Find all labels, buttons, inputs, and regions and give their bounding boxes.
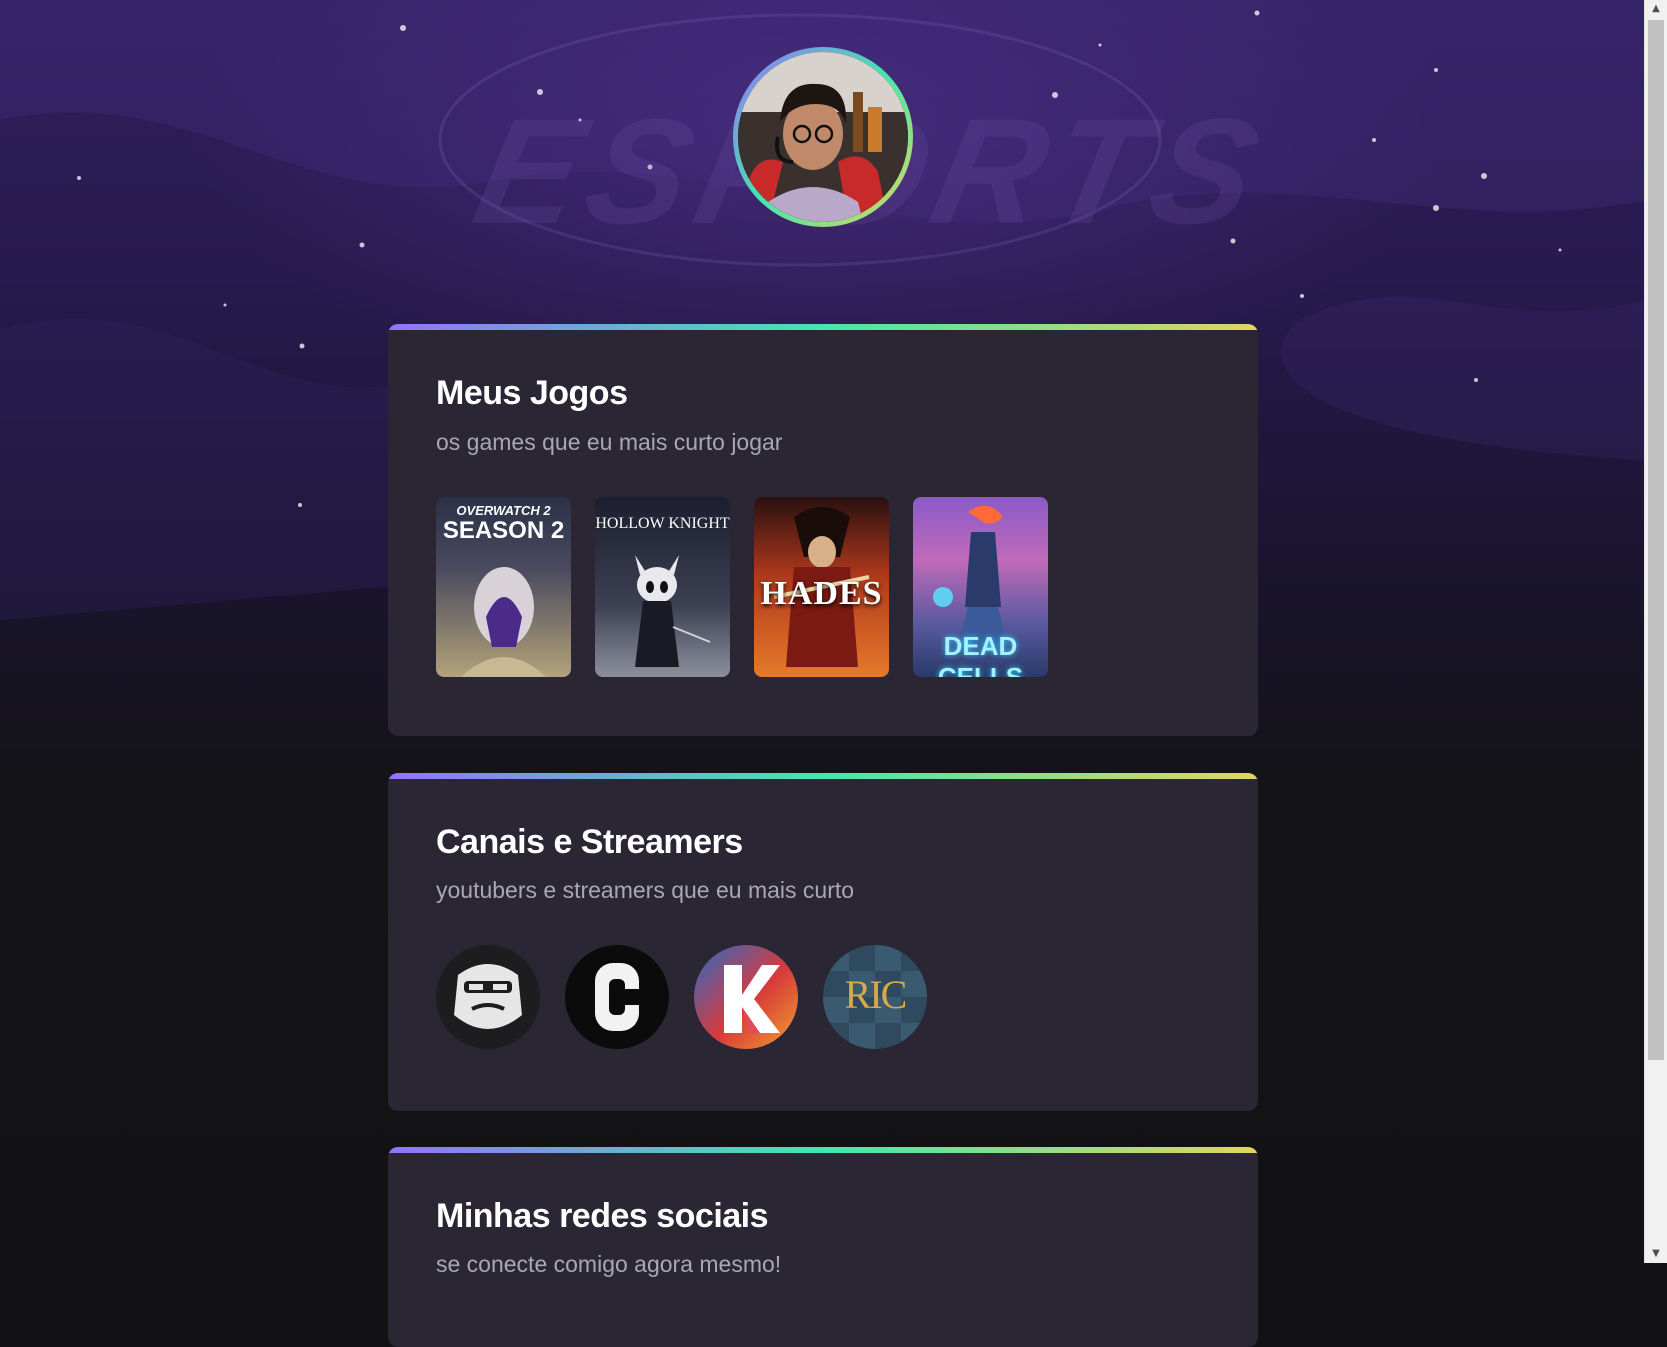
- social-section-subtitle: se conecte comigo agora mesmo!: [436, 1251, 782, 1277]
- hollow-knight-art: [635, 555, 711, 667]
- game-card-overwatch[interactable]: OVERWATCH 2 SEASON 2: [436, 497, 571, 677]
- avatar: [738, 52, 908, 222]
- game-title-line: DEAD CELLS: [937, 631, 1024, 677]
- games-list: OVERWATCH 2 SEASON 2 HOLLOW KNIGHT HADES…: [436, 497, 1048, 677]
- scroll-up-icon[interactable]: ▲: [1645, 0, 1667, 18]
- avatar-photo: [738, 52, 908, 222]
- channel-avatar-gorilla[interactable]: [436, 945, 540, 1049]
- ric-monogram: RIC: [844, 972, 908, 1017]
- social-section-title: Minhas redes sociais: [436, 1197, 769, 1235]
- scroll-down-icon[interactable]: ▼: [1645, 1245, 1667, 1263]
- channel-avatar-k-logo[interactable]: [694, 945, 798, 1049]
- channel-avatar-ric[interactable]: RIC: [823, 945, 927, 1049]
- page-scrollbar[interactable]: ▲ ▼: [1644, 0, 1667, 1263]
- channel-avatar-c-logo[interactable]: [565, 945, 669, 1049]
- c-logo-icon: [595, 963, 641, 1031]
- game-title-line: HADES: [760, 575, 883, 612]
- social-section: Minhas redes sociais se conecte comigo a…: [388, 1147, 1258, 1347]
- channels-list: RIC: [436, 945, 927, 1049]
- profile-avatar: [733, 47, 913, 227]
- game-card-hollow-knight[interactable]: HOLLOW KNIGHT: [595, 497, 730, 677]
- game-card-hades[interactable]: HADES: [754, 497, 889, 677]
- games-section: Meus Jogos os games que eu mais curto jo…: [388, 324, 1258, 736]
- k-logo-icon: [724, 965, 780, 1033]
- channels-section: Canais e Streamers youtubers e streamers…: [388, 773, 1258, 1111]
- overwatch-art: [461, 567, 546, 677]
- games-section-title: Meus Jogos: [436, 374, 628, 412]
- channels-section-subtitle: youtubers e streamers que eu mais curto: [436, 877, 855, 903]
- scrollbar-thumb[interactable]: [1648, 20, 1664, 1060]
- game-card-dead-cells[interactable]: DEAD CELLS: [913, 497, 1048, 677]
- channels-section-title: Canais e Streamers: [436, 823, 743, 861]
- gorilla-icon: [454, 964, 522, 1029]
- games-section-subtitle: os games que eu mais curto jogar: [436, 429, 783, 455]
